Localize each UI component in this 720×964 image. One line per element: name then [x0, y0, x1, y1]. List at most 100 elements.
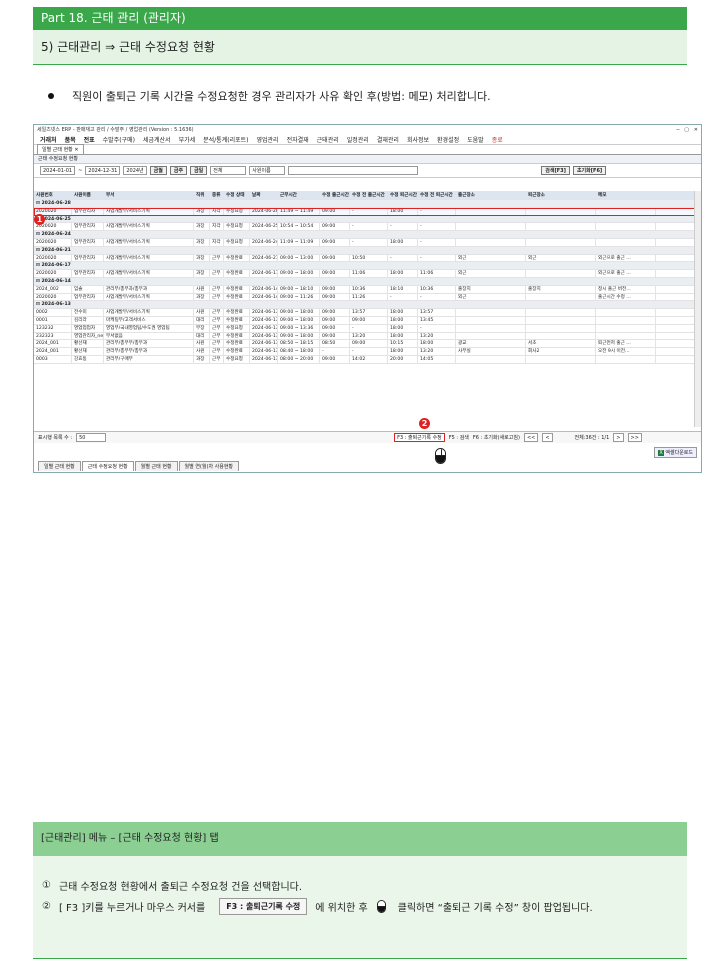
- group-row[interactable]: ⊟ 2024-06-24: [34, 231, 696, 239]
- menu-item[interactable]: 근태관리: [317, 135, 339, 144]
- menu-item[interactable]: 일정관리: [347, 135, 369, 144]
- date-from-input[interactable]: 2024-01-01: [40, 166, 76, 175]
- table-row[interactable]: 2020020 업무관리자 사업개발부/서비스기획 과장 지각 수정요청 2024-06-2…: [34, 223, 696, 232]
- table-row[interactable]: 2020020 업무관리자 사업개발부/서비스기획 과장 근무 수정완료 2024-06-1…: [34, 270, 696, 278]
- cell: -: [350, 223, 388, 231]
- excel-download-button[interactable]: X 엑셀다운로드: [654, 447, 697, 458]
- cell: 10:36: [350, 285, 388, 293]
- cell: -: [350, 207, 388, 215]
- prev-page-button[interactable]: <<: [523, 433, 539, 442]
- f5-search-button[interactable]: F5 : 검색: [449, 434, 469, 441]
- employee-select[interactable]: 사원이름: [249, 166, 286, 175]
- search-button[interactable]: 검색[F3]: [541, 166, 570, 175]
- cell: -: [418, 254, 456, 262]
- menu-item[interactable]: 전자결재: [287, 135, 309, 144]
- menu-item[interactable]: 부가세: [179, 135, 196, 144]
- table-row[interactable]: 123232 영업업업자 영업부/국내영업팀/수도권 영업팀 부장 근무 수정요청 2024…: [34, 324, 696, 333]
- group-row[interactable]: ⊟ 2024-06-17: [34, 262, 696, 271]
- cell: 수정완료: [224, 316, 250, 324]
- cell: 수정요청: [224, 238, 250, 246]
- cell: 날짜: [250, 191, 278, 199]
- table-row[interactable]: 2020020 업무관리자 사업개발부/서비스기획 과장 지각 수정요청 2024-06-2…: [34, 238, 696, 247]
- row-count-select[interactable]: 50: [76, 433, 107, 442]
- bottom-tab[interactable]: 월별 연(월)차 사용현황: [178, 461, 240, 471]
- cell: 232323: [34, 332, 72, 340]
- group-row[interactable]: ⊟ 2024-06-13: [34, 301, 696, 310]
- group-row[interactable]: ⊟ 2024-06-21: [34, 246, 696, 255]
- cell: 09:00 ~ 18:00: [278, 309, 320, 316]
- this-month-button[interactable]: 금월: [149, 166, 167, 175]
- menu-item[interactable]: 도움말: [467, 135, 484, 144]
- cell: 18:00: [388, 270, 418, 277]
- next-page-button[interactable]: >>: [627, 433, 642, 442]
- excel-icon: X: [658, 450, 664, 456]
- cell: 외근으로 출근 …: [596, 254, 656, 262]
- menu-item[interactable]: 전표: [84, 135, 95, 144]
- today-button[interactable]: 금일: [190, 166, 208, 175]
- cell: 18:00: [388, 316, 418, 324]
- menu-item[interactable]: 거래처: [40, 135, 57, 144]
- cell: 사원: [194, 309, 210, 316]
- cell: 13:57: [418, 309, 456, 316]
- this-week-button[interactable]: 금주: [169, 166, 188, 175]
- year-select[interactable]: 2024년: [123, 166, 147, 175]
- next-button[interactable]: >: [613, 433, 624, 442]
- reset-button[interactable]: 초기화[F6]: [572, 166, 607, 175]
- date-to-input[interactable]: 2024-12-31: [85, 166, 121, 175]
- page-total: 전체:36건 : 1/1: [574, 435, 610, 441]
- cell: [526, 238, 596, 246]
- menu-item[interactable]: 품목: [65, 135, 76, 144]
- group-row[interactable]: ⊟ 2024-06-14: [34, 277, 696, 286]
- menu-item[interactable]: 세금계산서: [143, 135, 171, 144]
- table-row[interactable]: 2024_001 황선재 관리부/총무부/총무과 사원 근무 수정완료 2024-06-13…: [34, 348, 696, 356]
- table-row[interactable]: 0002 전수미 사업개발부/서비스기획 사원 근무 수정완료 2024-06-13 09:0…: [34, 309, 696, 317]
- grid-footer: 표시행 목록 수 : 50 F3 : 출퇴근기록 수정 F5 : 검색 F6 :…: [34, 431, 701, 443]
- cell: 근무시간: [278, 191, 320, 199]
- type-select[interactable]: 전체: [210, 166, 247, 175]
- cell: 수정요청: [224, 355, 250, 363]
- tab-daily[interactable]: 일별 근태 현황 ✕: [37, 144, 84, 154]
- table-row[interactable]: 232323 영업관리자_new 부서없음 대리 근무 수정완료 2024-06-13 09:…: [34, 332, 696, 341]
- table-row[interactable]: 2020020 업무관리자 사업개발부/서비스기획 과장 지각 수정요청 2024-06-2…: [34, 207, 696, 216]
- bottom-tab[interactable]: 근태 수정요청 현황: [81, 461, 134, 471]
- cell: 업무관리자: [72, 223, 104, 231]
- group-row[interactable]: ⊟ 2024-06-25: [34, 215, 696, 224]
- table-row[interactable]: 2020020 업무관리자 사업개발부/서비스기획 과장 근무 수정완료 2024-06-1…: [34, 293, 696, 302]
- menu-item[interactable]: 결재관리: [377, 135, 399, 144]
- f6-reset-button[interactable]: F6 : 초기화(새로고침): [473, 434, 520, 441]
- menu-item[interactable]: 영업관리: [256, 135, 278, 144]
- search-input[interactable]: [288, 166, 419, 175]
- bottom-tab[interactable]: 일별 근태 현황: [38, 461, 81, 471]
- menu-item[interactable]: 종료: [492, 135, 503, 144]
- table-row[interactable]: 2024_002 임솔 관리부/총무과/총무과 사원 근무 수정완료 2024-06-14 0…: [34, 285, 696, 294]
- cell: 출장지: [526, 285, 596, 293]
- attendance-grid: 사원번호 사원이름 부서 직위 종류 수정 상태 날짜 근무시간 수정 출근시간 수정 전 출근시…: [34, 191, 696, 364]
- cell: 2020020: [34, 238, 72, 246]
- table-row[interactable]: 2024_001 황선재 관리부/총무부/총무과 사원 근무 수정완료 2024-06-13…: [34, 340, 696, 349]
- cell: 과장: [194, 293, 210, 301]
- menu-item[interactable]: 회사정보: [407, 135, 429, 144]
- cell: 오전 9시 이전…: [596, 348, 656, 355]
- cell: [456, 316, 526, 324]
- cell: 2024-06-13: [252, 316, 278, 324]
- window-controls-icon[interactable]: ─ ▢ ✕: [677, 127, 698, 133]
- cell: 09:00: [320, 324, 350, 332]
- cell: -: [418, 207, 456, 215]
- table-row[interactable]: 2020020 업무관리자 사업개발부/서비스기획 과장 근무 수정완료 2024-06-2…: [34, 254, 696, 263]
- menu-item[interactable]: 수발주(구매): [103, 135, 135, 144]
- cell: 사업개발부/서비스기획: [104, 223, 194, 231]
- group-row[interactable]: ⊟ 2024-06-28: [34, 200, 696, 208]
- menu-item[interactable]: 환경설정: [437, 135, 459, 144]
- table-row[interactable]: 0001 김리라 마케팅부/고객서비스 대리 근무 수정완료 2024-06-13 09:00…: [34, 316, 696, 325]
- cell: 2024_002: [34, 285, 72, 293]
- cell: 출장지: [456, 285, 526, 293]
- cell: 근무: [210, 285, 224, 293]
- table-row[interactable]: 0003 강효동 관리부/구매부 과장 근무 수정요청 2024-06-13 08:00 ~ …: [34, 355, 696, 364]
- part-header: Part 18. 근태 관리 (관리자): [33, 7, 687, 30]
- prev-button[interactable]: <: [542, 433, 553, 442]
- menu-item[interactable]: 분석/통계(리포트): [203, 135, 248, 144]
- f3-edit-button[interactable]: F3 : 출퇴근기록 수정: [394, 433, 445, 442]
- vertical-scrollbar[interactable]: [694, 191, 701, 427]
- cell: 수정 전 퇴근시간: [418, 191, 456, 199]
- bottom-tab[interactable]: 월별 근태 현황: [134, 461, 178, 471]
